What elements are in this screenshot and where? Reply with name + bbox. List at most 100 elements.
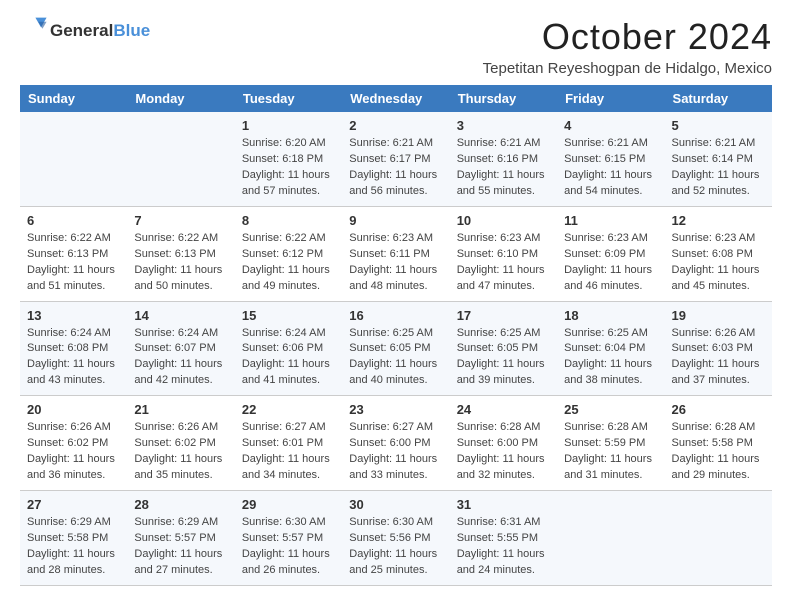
calendar-cell: 29 Sunrise: 6:30 AMSunset: 5:57 PMDayligh… (235, 491, 342, 586)
day-info: Sunrise: 6:23 AMSunset: 6:11 PMDaylight:… (349, 231, 442, 295)
day-number: 21 (134, 402, 227, 417)
month-title: October 2024 (483, 16, 772, 58)
day-number: 12 (672, 213, 765, 228)
calendar-cell: 25Sunrise: 6:28 AMSunset: 5:59 PMDayligh… (557, 396, 664, 491)
day-info: Sunrise: 6:26 AMSunset: 6:03 PMDaylight:… (672, 326, 765, 390)
day-info: Sunrise: 6:21 AMSunset: 6:14 PMDaylight:… (672, 136, 765, 200)
calendar-cell: 30 Sunrise: 6:30 AMSunset: 5:56 PMDayligh… (342, 491, 449, 586)
day-info: Sunrise: 6:25 AMSunset: 6:04 PMDaylight:… (564, 326, 657, 390)
calendar-cell: 10Sunrise: 6:23 AMSunset: 6:10 PMDayligh… (450, 206, 557, 301)
calendar-cell: 17 Sunrise: 6:25 AMSunset: 6:05 PMDayligh… (450, 301, 557, 396)
calendar-cell: 23 Sunrise: 6:27 AMSunset: 6:00 PMDayligh… (342, 396, 449, 491)
calendar-cell: 9 Sunrise: 6:23 AMSunset: 6:11 PMDaylight… (342, 206, 449, 301)
calendar-cell: 21Sunrise: 6:26 AMSunset: 6:02 PMDayligh… (127, 396, 234, 491)
day-info: Sunrise: 6:23 AMSunset: 6:10 PMDaylight:… (457, 231, 550, 295)
day-info: Sunrise: 6:25 AMSunset: 6:05 PMDaylight:… (457, 326, 550, 390)
calendar-cell (665, 491, 772, 586)
day-info: Sunrise: 6:24 AMSunset: 6:07 PMDaylight:… (134, 326, 227, 390)
calendar-cell: 2 Sunrise: 6:21 AMSunset: 6:17 PMDaylight… (342, 112, 449, 206)
day-number: 20 (27, 402, 120, 417)
calendar-cell: 6Sunrise: 6:22 AMSunset: 6:13 PMDaylight… (20, 206, 127, 301)
day-number: 17 (457, 308, 550, 323)
page-header: GeneralBlue October 2024 Tepetitan Reyes… (20, 16, 772, 77)
day-number: 18 (564, 308, 657, 323)
day-number: 24 (457, 402, 550, 417)
calendar-cell: 19 Sunrise: 6:26 AMSunset: 6:03 PMDayligh… (665, 301, 772, 396)
day-number: 13 (27, 308, 120, 323)
calendar-cell: 28Sunrise: 6:29 AMSunset: 5:57 PMDayligh… (127, 491, 234, 586)
calendar-week-row: 13 Sunrise: 6:24 AMSunset: 6:08 PMDayligh… (20, 301, 772, 396)
day-info: Sunrise: 6:21 AMSunset: 6:15 PMDaylight:… (564, 136, 657, 200)
day-number: 5 (672, 118, 765, 133)
day-number: 23 (349, 402, 442, 417)
calendar-cell: 7 Sunrise: 6:22 AMSunset: 6:13 PMDaylight… (127, 206, 234, 301)
day-info: Sunrise: 6:28 AMSunset: 6:00 PMDaylight:… (457, 420, 550, 484)
day-info: Sunrise: 6:27 AMSunset: 6:00 PMDaylight:… (349, 420, 442, 484)
day-info: Sunrise: 6:28 AMSunset: 5:58 PMDaylight:… (672, 420, 765, 484)
day-info: Sunrise: 6:23 AMSunset: 6:08 PMDaylight:… (672, 231, 765, 295)
day-info: Sunrise: 6:20 AMSunset: 6:18 PMDaylight:… (242, 136, 335, 200)
day-info: Sunrise: 6:23 AMSunset: 6:09 PMDaylight:… (564, 231, 657, 295)
day-number: 22 (242, 402, 335, 417)
calendar-cell: 27 Sunrise: 6:29 AMSunset: 5:58 PMDayligh… (20, 491, 127, 586)
calendar-cell (127, 112, 234, 206)
day-info: Sunrise: 6:27 AMSunset: 6:01 PMDaylight:… (242, 420, 335, 484)
calendar-cell: 15Sunrise: 6:24 AMSunset: 6:06 PMDayligh… (235, 301, 342, 396)
calendar-week-row: 1 Sunrise: 6:20 AMSunset: 6:18 PMDaylight… (20, 112, 772, 206)
day-number: 7 (134, 213, 227, 228)
day-number: 19 (672, 308, 765, 323)
day-info: Sunrise: 6:21 AMSunset: 6:17 PMDaylight:… (349, 136, 442, 200)
calendar-week-row: 27 Sunrise: 6:29 AMSunset: 5:58 PMDayligh… (20, 491, 772, 586)
day-number: 29 (242, 497, 335, 512)
calendar-cell: 13 Sunrise: 6:24 AMSunset: 6:08 PMDayligh… (20, 301, 127, 396)
day-info: Sunrise: 6:25 AMSunset: 6:05 PMDaylight:… (349, 326, 442, 390)
day-info: Sunrise: 6:22 AMSunset: 6:13 PMDaylight:… (134, 231, 227, 295)
calendar-cell: 8 Sunrise: 6:22 AMSunset: 6:12 PMDaylight… (235, 206, 342, 301)
calendar-cell: 22 Sunrise: 6:27 AMSunset: 6:01 PMDayligh… (235, 396, 342, 491)
calendar-cell: 16 Sunrise: 6:25 AMSunset: 6:05 PMDayligh… (342, 301, 449, 396)
day-number: 16 (349, 308, 442, 323)
day-number: 30 (349, 497, 442, 512)
day-info: Sunrise: 6:30 AMSunset: 5:56 PMDaylight:… (349, 515, 442, 579)
day-number: 1 (242, 118, 335, 133)
day-number: 27 (27, 497, 120, 512)
day-number: 3 (457, 118, 550, 133)
day-info: Sunrise: 6:29 AMSunset: 5:58 PMDaylight:… (27, 515, 120, 579)
day-info: Sunrise: 6:22 AMSunset: 6:13 PMDaylight:… (27, 231, 120, 295)
calendar-header-row: SundayMondayTuesdayWednesdayThursdayFrid… (20, 85, 772, 112)
day-info: Sunrise: 6:26 AMSunset: 6:02 PMDaylight:… (27, 420, 120, 484)
location-subtitle: Tepetitan Reyeshogpan de Hidalgo, Mexico (483, 60, 772, 77)
calendar-cell: 12 Sunrise: 6:23 AMSunset: 6:08 PMDayligh… (665, 206, 772, 301)
day-info: Sunrise: 6:21 AMSunset: 6:16 PMDaylight:… (457, 136, 550, 200)
calendar-cell: 18 Sunrise: 6:25 AMSunset: 6:04 PMDayligh… (557, 301, 664, 396)
calendar-cell: 31Sunrise: 6:31 AMSunset: 5:55 PMDayligh… (450, 491, 557, 586)
calendar-cell: 24 Sunrise: 6:28 AMSunset: 6:00 PMDayligh… (450, 396, 557, 491)
day-number: 8 (242, 213, 335, 228)
calendar-cell: 3 Sunrise: 6:21 AMSunset: 6:16 PMDaylight… (450, 112, 557, 206)
day-number: 28 (134, 497, 227, 512)
header-saturday: Saturday (665, 85, 772, 112)
header-thursday: Thursday (450, 85, 557, 112)
calendar-cell: 20 Sunrise: 6:26 AMSunset: 6:02 PMDayligh… (20, 396, 127, 491)
day-info: Sunrise: 6:24 AMSunset: 6:08 PMDaylight:… (27, 326, 120, 390)
calendar-cell (20, 112, 127, 206)
day-number: 9 (349, 213, 442, 228)
header-friday: Friday (557, 85, 664, 112)
day-info: Sunrise: 6:24 AMSunset: 6:06 PMDaylight:… (242, 326, 335, 390)
header-monday: Monday (127, 85, 234, 112)
day-info: Sunrise: 6:22 AMSunset: 6:12 PMDaylight:… (242, 231, 335, 295)
day-number: 2 (349, 118, 442, 133)
logo: GeneralBlue (20, 16, 150, 45)
title-block: October 2024 Tepetitan Reyeshogpan de Hi… (483, 16, 772, 77)
day-number: 4 (564, 118, 657, 133)
calendar-cell: 26Sunrise: 6:28 AMSunset: 5:58 PMDayligh… (665, 396, 772, 491)
day-info: Sunrise: 6:30 AMSunset: 5:57 PMDaylight:… (242, 515, 335, 579)
calendar-week-row: 6Sunrise: 6:22 AMSunset: 6:13 PMDaylight… (20, 206, 772, 301)
day-number: 25 (564, 402, 657, 417)
calendar-table: SundayMondayTuesdayWednesdayThursdayFrid… (20, 85, 772, 586)
logo-text-blue: Blue (113, 21, 150, 40)
calendar-week-row: 20 Sunrise: 6:26 AMSunset: 6:02 PMDayligh… (20, 396, 772, 491)
day-number: 11 (564, 213, 657, 228)
calendar-cell: 1 Sunrise: 6:20 AMSunset: 6:18 PMDaylight… (235, 112, 342, 206)
logo-text-general: General (50, 21, 113, 40)
